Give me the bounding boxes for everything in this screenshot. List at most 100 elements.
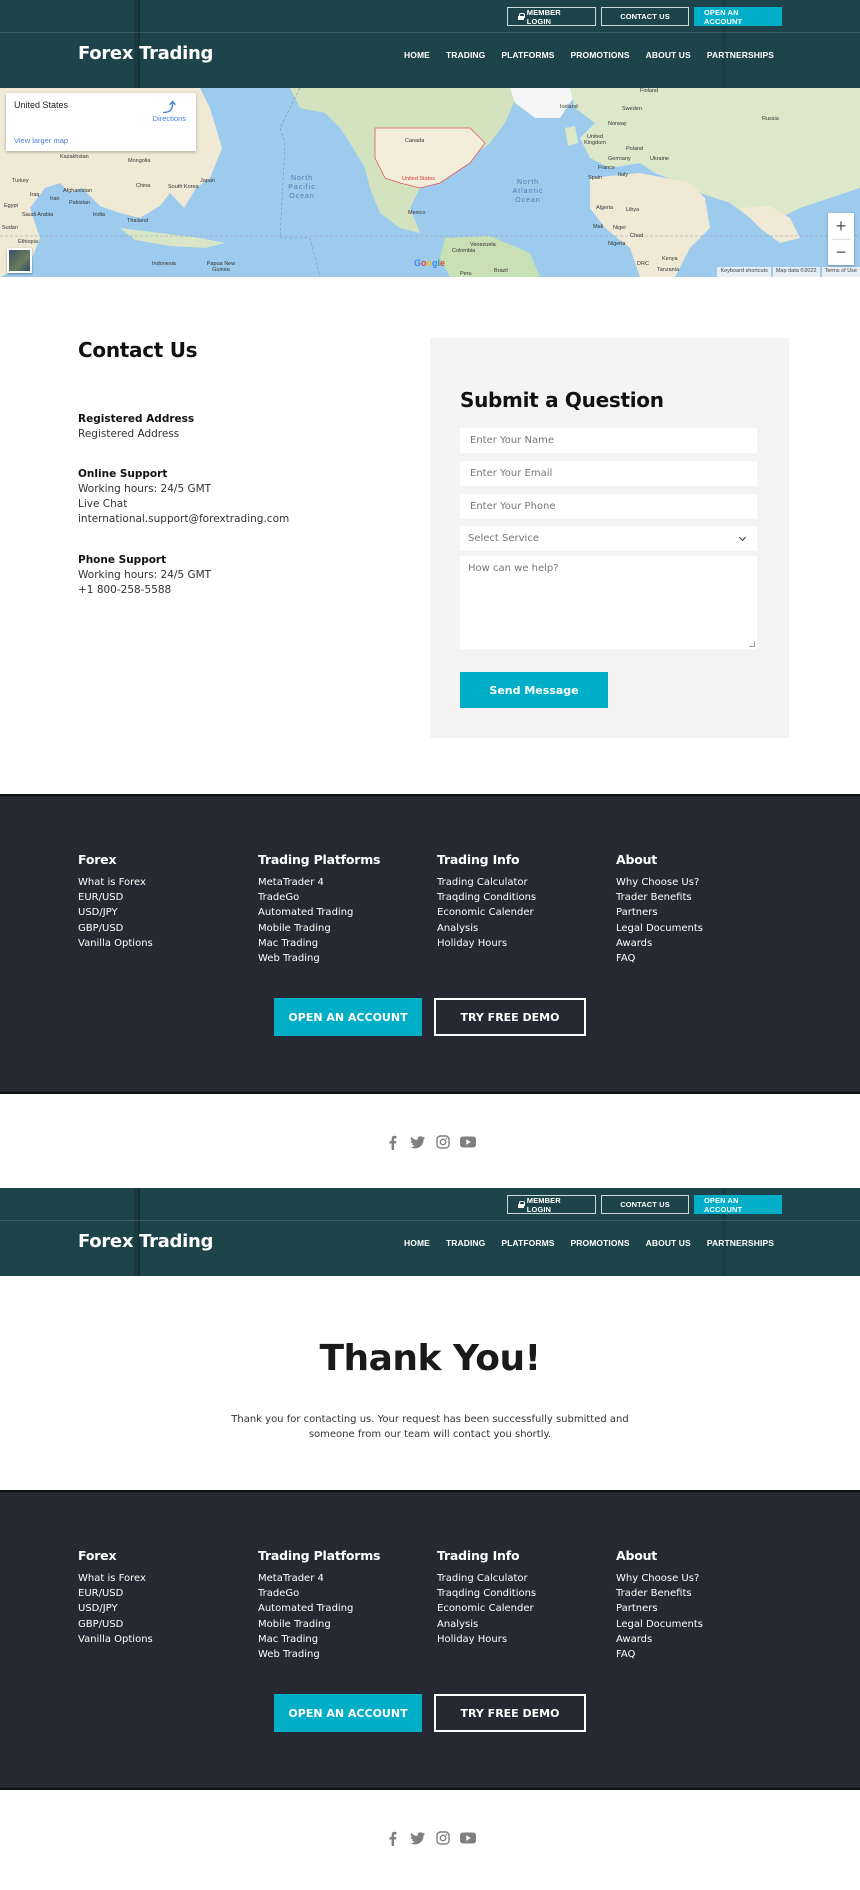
footer-open-account-button[interactable]: OPEN AN ACCOUNT	[274, 998, 422, 1036]
footer-open-account-button[interactable]: OPEN AN ACCOUNT	[274, 1694, 422, 1732]
footer-link[interactable]: Awards	[616, 936, 703, 951]
terms-of-use-link[interactable]: Terms of Use	[821, 267, 860, 277]
contact-us-button[interactable]: CONTACT US	[601, 7, 689, 26]
zoom-out-button[interactable]: −	[828, 239, 854, 265]
footer-link[interactable]: Why Choose Us?	[616, 875, 703, 890]
nav-home[interactable]: HOME	[404, 1238, 430, 1248]
open-account-button[interactable]: OPEN AN ACCOUNT	[694, 1195, 782, 1214]
nav-trading[interactable]: TRADING	[446, 1238, 485, 1248]
map-label: Iran	[50, 196, 60, 202]
footer-link[interactable]: Mobile Trading	[258, 1617, 380, 1632]
footer-link[interactable]: Traqding Conditions	[437, 1586, 536, 1601]
footer-link[interactable]: Vanilla Options	[78, 1632, 153, 1647]
footer-link[interactable]: Traqding Conditions	[437, 890, 536, 905]
twitter-icon[interactable]	[410, 1830, 426, 1846]
instagram-icon[interactable]	[435, 1830, 451, 1846]
footer-link[interactable]: Economic Calender	[437, 1601, 536, 1616]
footer-link[interactable]: FAQ	[616, 951, 703, 966]
brand-logo[interactable]: Forex Trading	[78, 43, 213, 64]
nav-about-us[interactable]: ABOUT US	[646, 1238, 691, 1248]
footer-link[interactable]: FAQ	[616, 1647, 703, 1662]
footer-link[interactable]: EUR/USD	[78, 890, 153, 905]
email-input[interactable]: Enter Your Email	[460, 461, 757, 486]
footer-link[interactable]: Partners	[616, 905, 703, 920]
footer-link[interactable]: GBP/USD	[78, 1617, 153, 1632]
open-account-button[interactable]: OPEN AN ACCOUNT	[694, 7, 782, 26]
map-label: Italy	[618, 172, 629, 178]
footer-link[interactable]: Mac Trading	[258, 936, 380, 951]
social-links	[0, 1830, 860, 1846]
embedded-map[interactable]: Kazakhstan Mongolia China South Korea Ja…	[0, 88, 860, 277]
footer-link[interactable]: Vanilla Options	[78, 936, 153, 951]
footer-link[interactable]: Analysis	[437, 1617, 536, 1632]
service-select[interactable]: Select Service	[460, 526, 757, 551]
footer-link[interactable]: Web Trading	[258, 1647, 380, 1662]
footer-link[interactable]: Analysis	[437, 921, 536, 936]
footer-link[interactable]: Mac Trading	[258, 1632, 380, 1647]
nav-trading[interactable]: TRADING	[446, 50, 485, 60]
nav-partnerships[interactable]: PARTNERSHIPS	[707, 50, 774, 60]
footer-link[interactable]: Automated Trading	[258, 905, 380, 920]
footer-link[interactable]: Trading Calculator	[437, 875, 536, 890]
youtube-icon[interactable]	[459, 1830, 476, 1846]
live-chat-link[interactable]: Live Chat	[78, 497, 289, 512]
footer-link[interactable]: USD/JPY	[78, 905, 153, 920]
footer-link[interactable]: Trading Calculator	[437, 1571, 536, 1586]
satellite-toggle[interactable]	[7, 248, 32, 273]
footer-link[interactable]: What is Forex	[78, 875, 153, 890]
footer-link[interactable]: Holiday Hours	[437, 1632, 536, 1647]
footer-link[interactable]: MetaTrader 4	[258, 1571, 380, 1586]
footer-link[interactable]: Automated Trading	[258, 1601, 380, 1616]
footer-try-demo-button[interactable]: TRY FREE DEMO	[434, 1694, 586, 1732]
service-select-value: Select Service	[468, 533, 539, 544]
member-login-button[interactable]: MEMBER LOGIN	[507, 7, 596, 26]
facebook-icon[interactable]	[385, 1134, 401, 1150]
footer-link[interactable]: GBP/USD	[78, 921, 153, 936]
instagram-icon[interactable]	[435, 1134, 451, 1150]
contact-us-button[interactable]: CONTACT US	[601, 1195, 689, 1214]
send-message-button[interactable]: Send Message	[460, 672, 608, 708]
footer-link[interactable]: Mobile Trading	[258, 921, 380, 936]
footer-link[interactable]: Trader Benefits	[616, 1586, 703, 1601]
footer-try-demo-button[interactable]: TRY FREE DEMO	[434, 998, 586, 1036]
phone-number[interactable]: +1 800-258-5588	[78, 583, 211, 598]
name-input[interactable]: Enter Your Name	[460, 428, 757, 453]
registered-address-text: Registered Address	[78, 428, 180, 440]
nav-promotions[interactable]: PROMOTIONS	[571, 50, 630, 60]
footer-link[interactable]: What is Forex	[78, 1571, 153, 1586]
twitter-icon[interactable]	[410, 1134, 426, 1150]
footer-link[interactable]: Partners	[616, 1601, 703, 1616]
member-login-button[interactable]: MEMBER LOGIN	[507, 1195, 596, 1214]
nav-platforms[interactable]: PLATFORMS	[501, 1238, 554, 1248]
keyboard-shortcuts-link[interactable]: Keyboard shortcuts	[717, 267, 771, 277]
footer-link[interactable]: Legal Documents	[616, 1617, 703, 1632]
support-email[interactable]: international.support@forextrading.com	[78, 512, 289, 527]
phone-input[interactable]: Enter Your Phone	[460, 494, 757, 519]
footer-link[interactable]: USD/JPY	[78, 1601, 153, 1616]
directions-link[interactable]: ⤴ Directions	[153, 101, 186, 123]
footer-link[interactable]: Why Choose Us?	[616, 1571, 703, 1586]
facebook-icon[interactable]	[385, 1830, 401, 1846]
footer-link[interactable]: Awards	[616, 1632, 703, 1647]
nav-partnerships[interactable]: PARTNERSHIPS	[707, 1238, 774, 1248]
nav-promotions[interactable]: PROMOTIONS	[571, 1238, 630, 1248]
brand-logo[interactable]: Forex Trading	[78, 1231, 213, 1252]
nav-about-us[interactable]: ABOUT US	[646, 50, 691, 60]
message-textarea[interactable]: How can we help?	[460, 556, 757, 649]
youtube-icon[interactable]	[459, 1134, 476, 1150]
zoom-in-button[interactable]: +	[828, 213, 854, 239]
footer-link[interactable]: Trader Benefits	[616, 890, 703, 905]
nav-home[interactable]: HOME	[404, 50, 430, 60]
footer-link[interactable]: Legal Documents	[616, 921, 703, 936]
map-ocean-label: North Pacific Ocean	[288, 175, 316, 200]
resize-handle[interactable]	[749, 641, 755, 647]
footer-link[interactable]: TradeGo	[258, 1586, 380, 1601]
footer-link[interactable]: MetaTrader 4	[258, 875, 380, 890]
footer-link[interactable]: Holiday Hours	[437, 936, 536, 951]
footer-link[interactable]: Web Trading	[258, 951, 380, 966]
nav-platforms[interactable]: PLATFORMS	[501, 50, 554, 60]
footer-link[interactable]: Economic Calender	[437, 905, 536, 920]
footer-link[interactable]: TradeGo	[258, 890, 380, 905]
view-larger-map-link[interactable]: View larger map	[14, 136, 68, 145]
footer-link[interactable]: EUR/USD	[78, 1586, 153, 1601]
